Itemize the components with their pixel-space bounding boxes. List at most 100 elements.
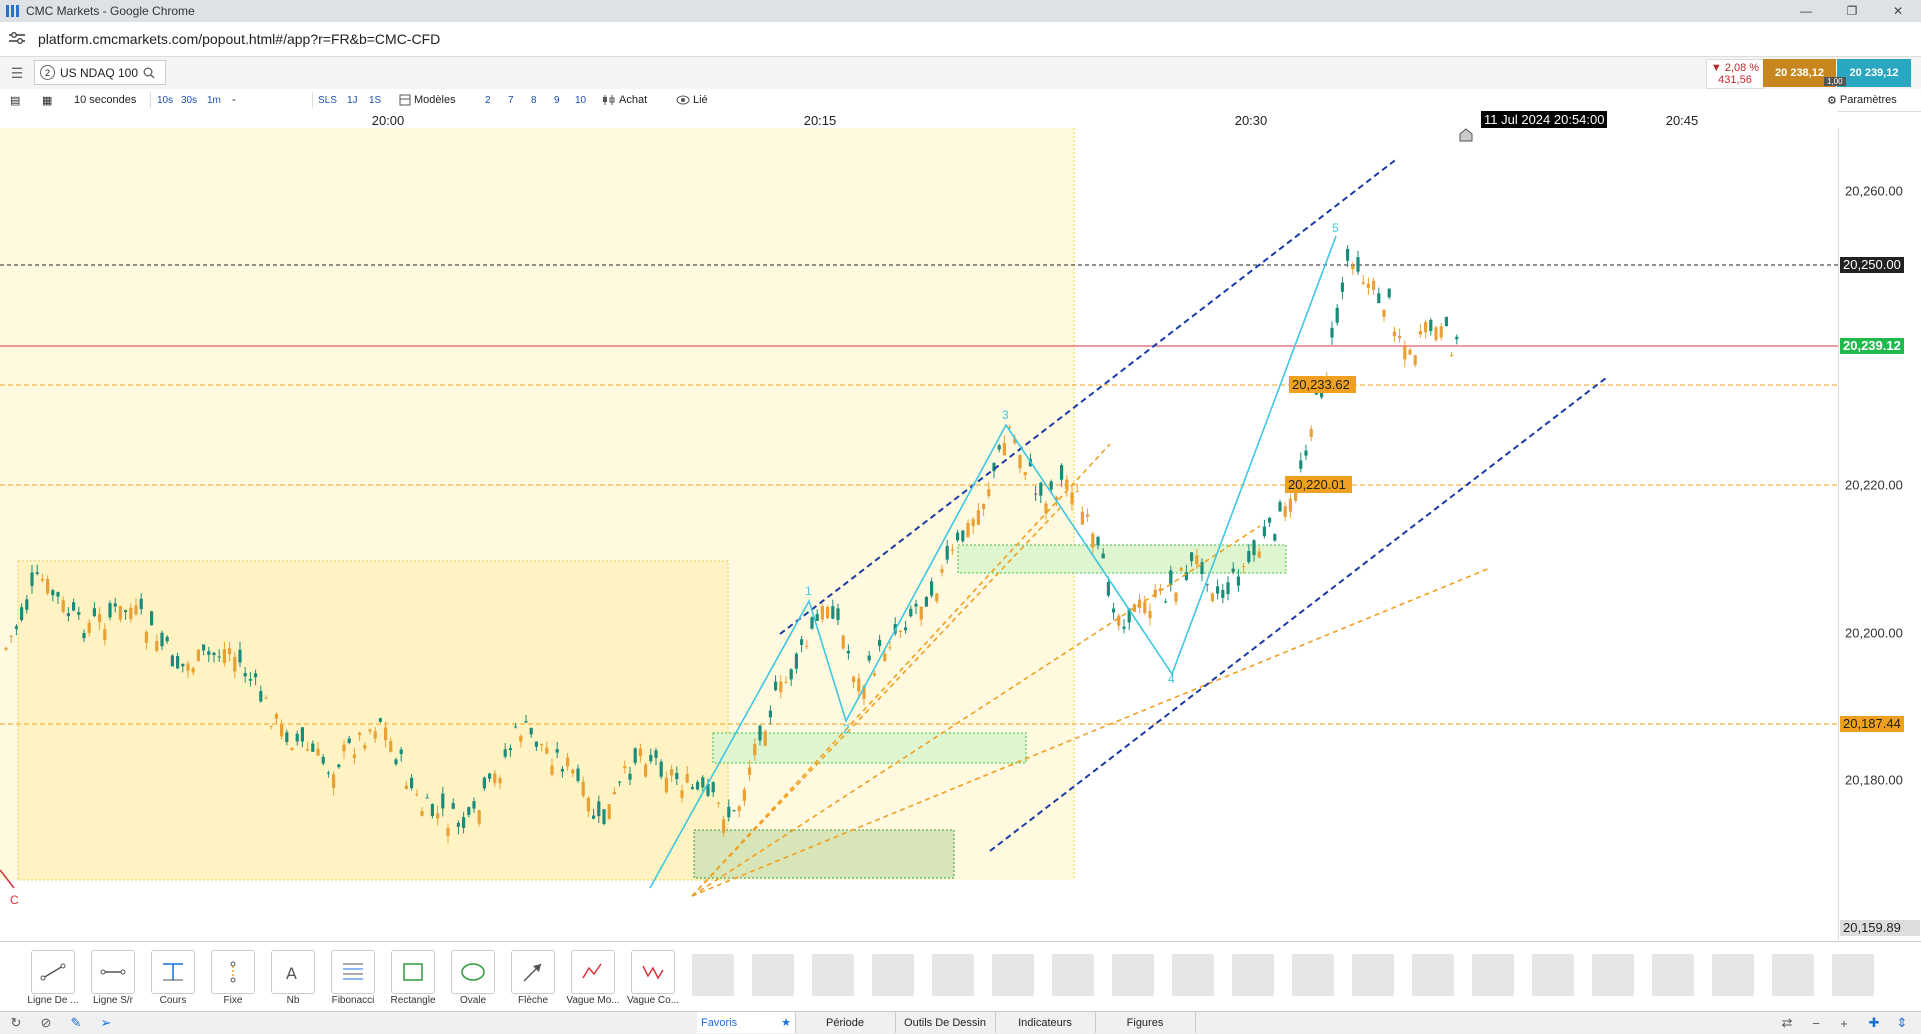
minimize-icon[interactable]: — [1783, 0, 1829, 22]
candle-body [1242, 565, 1246, 568]
search-icon[interactable] [143, 67, 155, 79]
layout-grid-icon[interactable]: ▦ [42, 92, 52, 108]
draw-tool-button[interactable] [91, 950, 135, 994]
draw-tool-button[interactable]: A [271, 950, 315, 994]
empty-tool-slot[interactable] [1292, 954, 1334, 996]
range-1j-button[interactable]: 1J [347, 92, 358, 108]
reset-zoom-icon[interactable]: ⇄ [1779, 1015, 1795, 1031]
candle-body [1179, 567, 1183, 571]
empty-tool-slot[interactable] [1532, 954, 1574, 996]
draw-tool-button[interactable] [151, 950, 195, 994]
url-text[interactable]: platform.cmcmarkets.com/popout.html#/app… [38, 31, 440, 47]
range-sls-button[interactable]: SLS [318, 92, 337, 108]
interval-1m-button[interactable]: 1m [207, 92, 221, 108]
draw-tool-button[interactable] [571, 950, 615, 994]
count-7-button[interactable]: 7 [508, 92, 514, 108]
interval-select[interactable]: 10 secondes [74, 92, 136, 108]
fit-vertical-icon[interactable]: ⇕ [1894, 1015, 1910, 1031]
empty-tool-slot[interactable] [1232, 954, 1274, 996]
tab-period[interactable]: Période [795, 1012, 896, 1033]
empty-tool-slot[interactable] [1412, 954, 1454, 996]
pencil-icon[interactable]: ✎ [68, 1015, 84, 1031]
draw-tool-button[interactable] [211, 950, 255, 994]
tab-drawing-tools[interactable]: Outils De Dessin [895, 1012, 996, 1033]
draw-tool-label: Fixe [223, 995, 243, 1006]
count-2-button[interactable]: 2 [485, 92, 491, 108]
refresh-icon[interactable]: ↻ [8, 1015, 24, 1031]
candle-body [1216, 586, 1220, 594]
empty-tool-slot[interactable] [1052, 954, 1094, 996]
empty-tool-slot[interactable] [1592, 954, 1634, 996]
models-button[interactable]: Modèles [399, 92, 456, 108]
candle-body [243, 673, 247, 677]
candle-body [753, 744, 757, 756]
price-chart[interactable]: 1 2 3 4 5 C 20,233.62 20,220.01 [0, 128, 1838, 940]
empty-tool-slot[interactable] [752, 954, 794, 996]
disable-icon[interactable]: ⊘ [38, 1015, 54, 1031]
candle-body [815, 614, 819, 621]
tab-figures[interactable]: Figures [1095, 1012, 1196, 1033]
candle-body [976, 510, 980, 525]
buy-button[interactable]: 20 239,12 [1837, 59, 1911, 87]
tab-indicators[interactable]: Indicateurs [995, 1012, 1096, 1033]
zoom-out-icon[interactable]: − [1808, 1015, 1824, 1031]
candle-body [493, 773, 497, 784]
tab-favorites[interactable]: Favoris ★ [697, 1012, 796, 1033]
draw-tool-button[interactable] [331, 950, 375, 994]
empty-tool-slot[interactable] [1472, 954, 1514, 996]
crosshair-time-label: 11 Jul 2024 20:54:00 [1481, 111, 1608, 128]
draw-tool-button[interactable] [31, 950, 75, 994]
candle-body [212, 652, 216, 656]
empty-tool-slot[interactable] [1772, 954, 1814, 996]
count-10-button[interactable]: 10 [575, 92, 586, 108]
change-percent: ▼ 2,08 % [1710, 62, 1760, 74]
restore-icon[interactable]: ❐ [1829, 0, 1875, 22]
crosshair-marker-icon [1459, 128, 1473, 142]
count-9-button[interactable]: 9 [554, 92, 560, 108]
rectangle-icon [403, 963, 423, 981]
candle-body [841, 635, 845, 649]
menu-icon[interactable]: ☰ [4, 63, 30, 83]
count-8-button[interactable]: 8 [531, 92, 537, 108]
candle-body [1444, 316, 1448, 327]
empty-tool-slot[interactable] [932, 954, 974, 996]
candle-body [1455, 336, 1459, 340]
candle-body [269, 725, 273, 727]
empty-tool-slot[interactable] [1172, 954, 1214, 996]
empty-tool-slot[interactable] [1352, 954, 1394, 996]
channel-lower-line[interactable] [989, 377, 1607, 852]
draw-tool-button[interactable] [511, 950, 555, 994]
candle-body [202, 644, 206, 651]
candle-body [1164, 601, 1168, 603]
candle-body [1257, 551, 1261, 558]
draw-tool-button[interactable] [631, 950, 675, 994]
empty-tool-slot[interactable] [1712, 954, 1754, 996]
range-1s-button[interactable]: 1S [369, 92, 381, 108]
cursor-icon[interactable]: ➢ [98, 1015, 114, 1031]
empty-tool-slot[interactable] [1832, 954, 1874, 996]
crosshair-icon[interactable]: ✚ [1866, 1015, 1882, 1031]
interval-10s-button[interactable]: 10s [157, 92, 173, 108]
link-button[interactable]: Lié [676, 92, 708, 108]
buy-order-button[interactable]: Achat [602, 92, 647, 108]
interval-30s-button[interactable]: 30s [181, 92, 197, 108]
candle-body [82, 632, 86, 639]
list-view-icon[interactable]: ▤ [10, 92, 20, 108]
chart-canvas[interactable]: 1 2 3 4 5 C 20,233.62 20,220.01 [0, 128, 1838, 940]
draw-tool-button[interactable] [451, 950, 495, 994]
empty-tool-slot[interactable] [1652, 954, 1694, 996]
site-settings-icon[interactable] [8, 31, 26, 45]
close-icon[interactable]: ✕ [1875, 0, 1921, 22]
empty-tool-slot[interactable] [992, 954, 1034, 996]
empty-tool-slot[interactable] [872, 954, 914, 996]
candle-body [508, 748, 512, 751]
empty-tool-slot[interactable] [1112, 954, 1154, 996]
candle-body [337, 764, 341, 768]
zoom-in-icon[interactable]: + [1836, 1015, 1852, 1031]
settings-button[interactable]: ⚙ Paramètres [1827, 92, 1897, 108]
empty-tool-slot[interactable] [812, 954, 854, 996]
draw-tool-button[interactable] [391, 950, 435, 994]
instrument-tab[interactable]: 2 US NDAQ 100 [34, 60, 166, 85]
interval-more-button[interactable]: - [232, 92, 236, 108]
empty-tool-slot[interactable] [692, 954, 734, 996]
